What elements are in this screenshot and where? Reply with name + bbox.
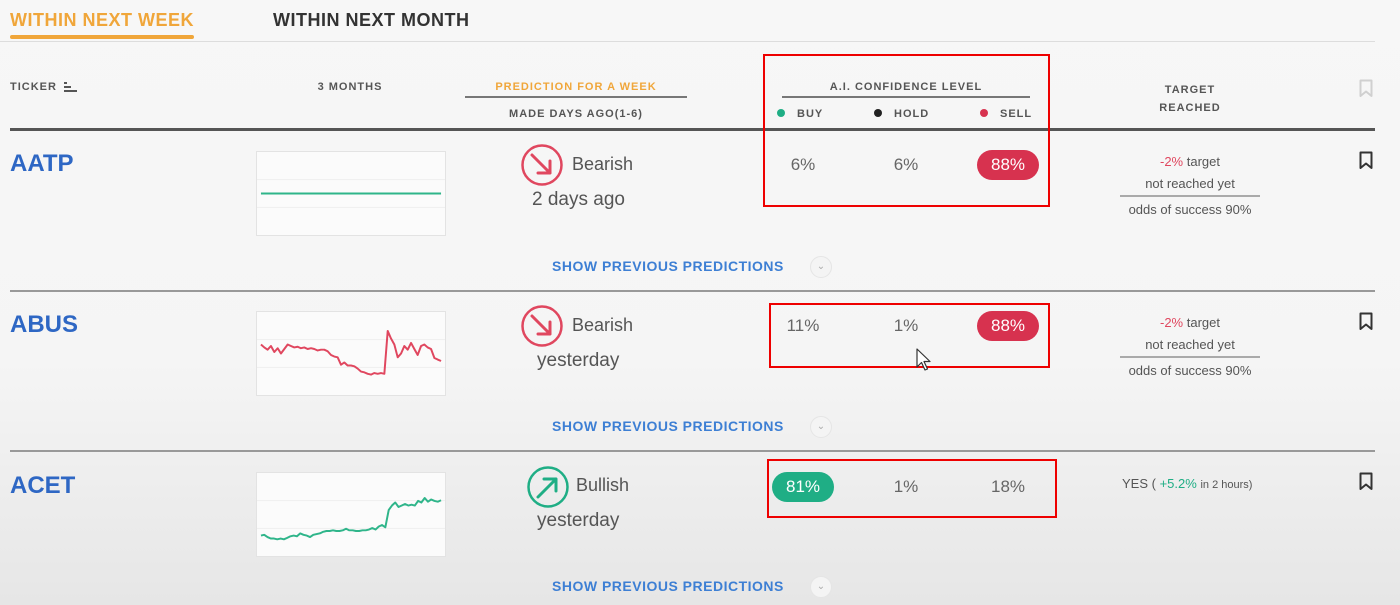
sparkline-3-months — [256, 151, 446, 236]
column-header-made-days-ago: MADE DAYS AGO(1-6) — [509, 108, 643, 120]
show-previous-predictions-link[interactable]: SHOW PREVIOUS PREDICTIONS — [552, 258, 784, 274]
prediction-label: Bullish — [576, 475, 630, 495]
sort-icon[interactable] — [64, 81, 78, 93]
bearish-arrow-icon — [521, 305, 563, 347]
prediction-age: yesterday — [537, 350, 620, 371]
odds-of-success: odds of success 90% — [1128, 202, 1252, 217]
target-reached-info: -2% target not reached yet odds of succe… — [1120, 312, 1260, 384]
sparkline-3-months — [256, 311, 446, 396]
column-header-3-months: 3 MONTHS — [317, 81, 383, 93]
sparkline-3-months — [256, 472, 446, 557]
bookmark-all-icon[interactable] — [1359, 79, 1373, 98]
tab-within-next-week[interactable]: WITHIN NEXT WEEK — [10, 10, 194, 39]
chevron-down-icon[interactable]: ⌄ — [810, 576, 832, 598]
prediction-age: 2 days ago — [532, 189, 625, 210]
chevron-down-icon[interactable]: ⌄ — [810, 256, 832, 278]
ticker-header-label: TICKER — [10, 81, 57, 93]
target-status: not reached yet — [1120, 173, 1260, 197]
target-percent: -2% — [1160, 315, 1184, 330]
bullish-arrow-icon — [527, 466, 569, 508]
show-previous-predictions-link[interactable]: SHOW PREVIOUS PREDICTIONS — [552, 578, 784, 594]
sparkline-series — [260, 497, 442, 541]
odds-of-success: odds of success 90% — [1128, 363, 1252, 378]
tab-within-next-month[interactable]: WITHIN NEXT MONTH — [273, 10, 469, 31]
prediction-label: Bearish — [572, 154, 634, 174]
target-reached-result: YES ( +5.2% in 2 hours) — [1122, 476, 1253, 491]
bookmark-icon[interactable] — [1359, 472, 1373, 491]
prediction-label: Bearish — [572, 315, 634, 335]
header-divider — [10, 128, 1375, 131]
row-divider — [10, 450, 1375, 452]
column-header-target-reached: TARGET REACHED — [1159, 84, 1221, 114]
ticker-link[interactable]: ABUS — [10, 311, 78, 339]
bookmark-icon[interactable] — [1359, 312, 1373, 331]
target-status: not reached yet — [1120, 334, 1260, 358]
prediction-age: yesterday — [537, 510, 620, 531]
ticker-link[interactable]: ACET — [10, 472, 75, 500]
show-previous-predictions-link[interactable]: SHOW PREVIOUS PREDICTIONS — [552, 418, 784, 434]
highlight-box — [767, 459, 1057, 518]
target-percent: -2% — [1160, 154, 1184, 169]
sparkline-series — [260, 329, 442, 376]
bearish-arrow-icon — [521, 144, 563, 186]
column-header-prediction: PREDICTION FOR A WEEK — [465, 81, 687, 98]
column-header-ticker[interactable]: TICKER — [10, 81, 78, 93]
target-reached-info: -2% target not reached yet odds of succe… — [1120, 151, 1260, 223]
row-divider — [10, 290, 1375, 292]
mouse-cursor-icon — [916, 348, 931, 371]
bookmark-icon[interactable] — [1359, 151, 1373, 170]
period-tabs: WITHIN NEXT WEEK WITHIN NEXT MONTH — [0, 0, 1375, 42]
highlight-box — [763, 54, 1050, 207]
result-percent: +5.2% — [1159, 476, 1197, 491]
highlight-box — [769, 303, 1050, 368]
chevron-down-icon[interactable]: ⌄ — [810, 416, 832, 438]
ticker-link[interactable]: AATP — [10, 150, 74, 178]
